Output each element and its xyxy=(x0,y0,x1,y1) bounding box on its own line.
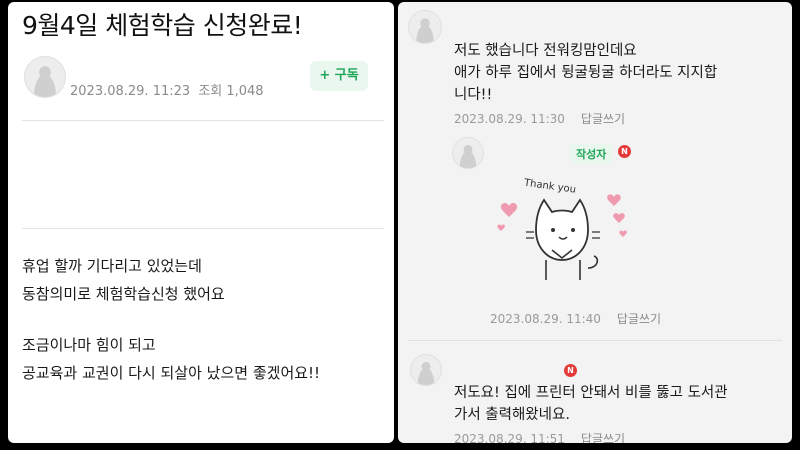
reply-button[interactable]: 답글쓰기 xyxy=(581,112,625,126)
post-meta: 2023.08.29. 11:23 조회 1,048 xyxy=(70,80,264,99)
comment-line: 저도요! 집에 프린터 안돼서 비를 뚫고 도서관 xyxy=(454,385,728,401)
commenter-avatar[interactable] xyxy=(410,354,442,386)
comment-line: 가서 출력해왔네요. xyxy=(454,407,570,423)
comment-date: 2023.08.29. 11:30 xyxy=(454,112,565,126)
comment-meta: 2023.08.29. 11:51 답글쓰기 xyxy=(454,430,625,443)
comments-panel: 저도 했습니다 전워킹맘인데요 애가 하루 집에서 뒹굴뒹굴 하더라도 지지합 … xyxy=(398,2,792,443)
post-views: 조회 1,048 xyxy=(198,84,264,99)
new-badge: N xyxy=(618,145,631,158)
reply-button[interactable]: 답글쓰기 xyxy=(581,432,625,443)
comment-line: 애가 하루 집에서 뒹굴뒹굴 하더라도 지지합 xyxy=(454,65,718,81)
divider xyxy=(22,228,384,229)
comment-meta: 2023.08.29. 11:30 답글쓰기 xyxy=(454,110,625,127)
post-date: 2023.08.29. 11:23 xyxy=(70,84,191,99)
thank-you-cat-sticker: Thank you xyxy=(497,177,627,280)
author-avatar[interactable] xyxy=(24,56,66,98)
divider xyxy=(22,120,384,121)
comment-line: 저도 했습니다 전워킹맘인데요 xyxy=(454,43,637,59)
post-body-line: 조금이나마 힘이 되고 xyxy=(22,336,156,354)
comment-meta: 2023.08.29. 11:40 답글쓰기 xyxy=(490,310,661,327)
post-body-line: 휴업 할까 기다리고 있었는데 xyxy=(22,257,202,275)
sticker-text: Thank you xyxy=(522,177,576,195)
post-body-line: 공교육과 교권이 다시 되살아 났으면 좋겠어요!! xyxy=(22,364,321,382)
writer-badge: 작성자 xyxy=(570,144,613,164)
post-body-line: 동참의미로 체험학습신청 했어요 xyxy=(22,285,225,303)
comment-line: 니다!! xyxy=(454,87,493,103)
commenter-avatar[interactable] xyxy=(452,137,484,169)
reply-button[interactable]: 답글쓰기 xyxy=(617,312,661,326)
subscribe-button[interactable]: + 구독 xyxy=(310,61,368,91)
new-badge: N xyxy=(564,364,577,377)
comment-date: 2023.08.29. 11:51 xyxy=(454,432,565,443)
commenter-avatar[interactable] xyxy=(408,10,442,44)
comment-date: 2023.08.29. 11:40 xyxy=(490,312,601,326)
post-title: 9월4일 체험학습 신청완료! xyxy=(22,11,303,40)
post-panel: 9월4일 체험학습 신청완료! 2023.08.29. 11:23 조회 1,0… xyxy=(8,2,394,443)
divider xyxy=(408,340,782,341)
